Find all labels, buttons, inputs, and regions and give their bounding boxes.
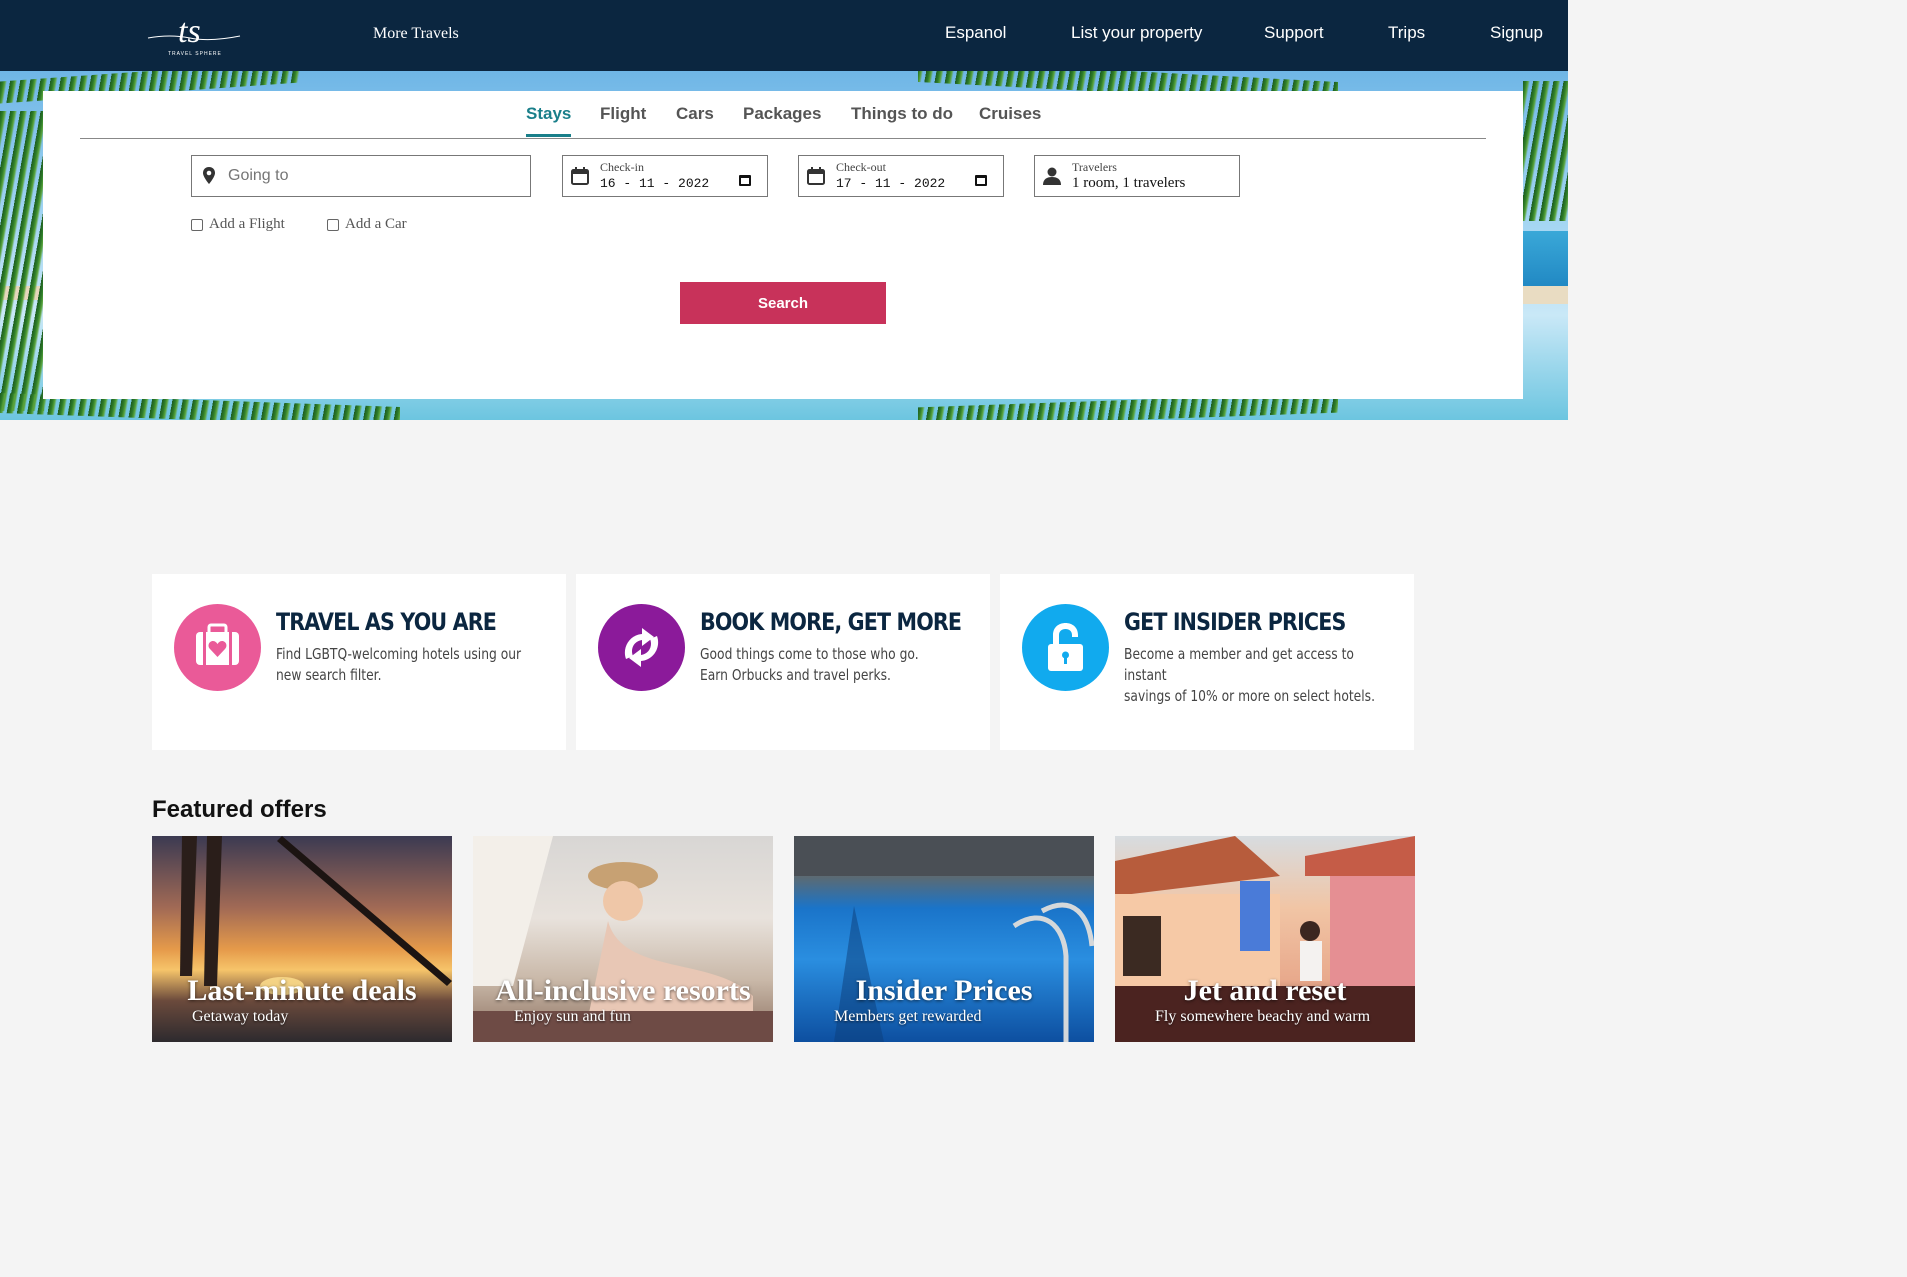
search-panel: Stays Flight Cars Packages Things to do … bbox=[43, 91, 1523, 399]
nav-signup[interactable]: Signup bbox=[1490, 23, 1543, 43]
offer-subtitle: Getaway today bbox=[192, 1008, 289, 1025]
promo-title: BOOK MORE, GET MORE bbox=[700, 608, 962, 636]
tab-things-to-do[interactable]: Things to do bbox=[851, 104, 953, 124]
promo-text: Good things come to those who go. Earn O… bbox=[700, 644, 971, 686]
nav-support[interactable]: Support bbox=[1264, 23, 1324, 43]
promo-card-book-more[interactable]: BOOK MORE, GET MORE Good things come to … bbox=[576, 574, 990, 750]
logo-text: ts bbox=[178, 13, 201, 50]
palm-leaf bbox=[1523, 81, 1568, 221]
offer-card-insider-prices[interactable]: Insider Prices Members get rewarded bbox=[794, 836, 1094, 1042]
promo-text: Become a member and get access to instan… bbox=[1124, 644, 1395, 707]
top-navbar: ts TRAVEL SPHERE More Travels Espanol Li… bbox=[0, 0, 1568, 71]
add-car-checkbox[interactable]: Add a Car bbox=[327, 216, 407, 233]
checkout-label: Check-out bbox=[836, 160, 886, 174]
add-flight-label: Add a Flight bbox=[209, 216, 285, 232]
offer-subtitle: Fly somewhere beachy and warm bbox=[1155, 1008, 1371, 1025]
checkin-calendar-picker-icon[interactable] bbox=[739, 175, 751, 186]
promo-text-line: Find LGBTQ-welcoming hotels using our bbox=[276, 645, 522, 663]
tab-cruises[interactable]: Cruises bbox=[979, 104, 1041, 124]
person-icon bbox=[1043, 167, 1061, 185]
promo-circle bbox=[598, 604, 685, 691]
promo-text-line: savings of 10% or more on select hotels. bbox=[1124, 687, 1375, 705]
palm-leaf bbox=[0, 111, 44, 411]
travelers-field[interactable]: Travelers 1 room, 1 travelers bbox=[1034, 155, 1240, 197]
promo-circle bbox=[1022, 604, 1109, 691]
calendar-icon bbox=[807, 167, 825, 185]
going-to-input[interactable] bbox=[228, 165, 518, 187]
travelers-value[interactable]: 1 room, 1 travelers bbox=[1072, 175, 1185, 192]
tab-stays[interactable]: Stays bbox=[526, 104, 572, 137]
promo-card-insider-prices[interactable]: GET INSIDER PRICES Become a member and g… bbox=[1000, 574, 1414, 750]
offer-subtitle: Enjoy sun and fun bbox=[514, 1008, 631, 1025]
search-tabs: Stays Flight Cars Packages Things to do … bbox=[80, 91, 1486, 139]
offer-card-last-minute[interactable]: Last-minute deals Getaway today bbox=[152, 836, 452, 1042]
offer-title: Jet and reset bbox=[1183, 974, 1347, 1007]
checkin-field[interactable]: Check-in 16 - 11 - 2022 bbox=[562, 155, 768, 197]
offer-card-jet-and-reset[interactable]: Jet and reset Fly somewhere beachy and w… bbox=[1115, 836, 1415, 1042]
add-car-label: Add a Car bbox=[345, 216, 407, 232]
search-button[interactable]: Search bbox=[680, 282, 886, 324]
add-car-checkbox-box[interactable] bbox=[327, 218, 339, 231]
offer-title: Insider Prices bbox=[855, 974, 1033, 1007]
nav-espanol[interactable]: Espanol bbox=[945, 23, 1006, 43]
checkout-field[interactable]: Check-out 17 - 11 - 2022 bbox=[798, 155, 1004, 197]
tab-flight[interactable]: Flight bbox=[600, 104, 646, 124]
tab-packages[interactable]: Packages bbox=[743, 104, 821, 124]
promo-title: GET INSIDER PRICES bbox=[1124, 608, 1346, 636]
refresh-arrows-icon bbox=[624, 628, 659, 667]
offer-title: Last-minute deals bbox=[187, 974, 417, 1007]
logo-subtext: TRAVEL SPHERE bbox=[168, 51, 222, 57]
checkin-label: Check-in bbox=[600, 160, 644, 174]
promo-text-line: Earn Orbucks and travel perks. bbox=[700, 666, 891, 684]
promo-text-line: new search filter. bbox=[276, 666, 382, 684]
promo-text-line: Become a member and get access to instan… bbox=[1124, 645, 1354, 684]
checkin-value[interactable]: 16 - 11 - 2022 bbox=[600, 176, 709, 191]
add-flight-checkbox-box[interactable] bbox=[191, 218, 203, 231]
location-pin-icon bbox=[203, 167, 215, 184]
travelers-label: Travelers bbox=[1072, 160, 1117, 174]
suitcase-heart-icon bbox=[196, 623, 239, 665]
checkout-value[interactable]: 17 - 11 - 2022 bbox=[836, 176, 945, 191]
promo-card-travel-as-you-are[interactable]: TRAVEL AS YOU ARE Find LGBTQ-welcoming h… bbox=[152, 574, 566, 750]
promo-text: Find LGBTQ-welcoming hotels using our ne… bbox=[276, 644, 547, 686]
add-flight-checkbox[interactable]: Add a Flight bbox=[191, 216, 285, 233]
more-travels-link[interactable]: More Travels bbox=[373, 25, 459, 43]
promo-title: TRAVEL AS YOU ARE bbox=[276, 608, 497, 636]
travel-sphere-logo[interactable]: ts TRAVEL SPHERE bbox=[140, 8, 250, 64]
offer-subtitle: Members get rewarded bbox=[834, 1008, 982, 1025]
promo-circle bbox=[174, 604, 261, 691]
calendar-icon bbox=[571, 167, 589, 185]
nav-list-property[interactable]: List your property bbox=[1071, 23, 1202, 43]
promo-text-line: Good things come to those who go. bbox=[700, 645, 919, 663]
going-to-field[interactable] bbox=[191, 155, 531, 197]
unlock-icon bbox=[1048, 623, 1083, 671]
featured-offers-heading: Featured offers bbox=[152, 796, 327, 823]
offer-card-all-inclusive[interactable]: All-inclusive resorts Enjoy sun and fun bbox=[473, 836, 773, 1042]
nav-trips[interactable]: Trips bbox=[1388, 23, 1425, 43]
tab-cars[interactable]: Cars bbox=[676, 104, 714, 124]
offer-title: All-inclusive resorts bbox=[495, 974, 751, 1007]
checkout-calendar-picker-icon[interactable] bbox=[975, 175, 987, 186]
